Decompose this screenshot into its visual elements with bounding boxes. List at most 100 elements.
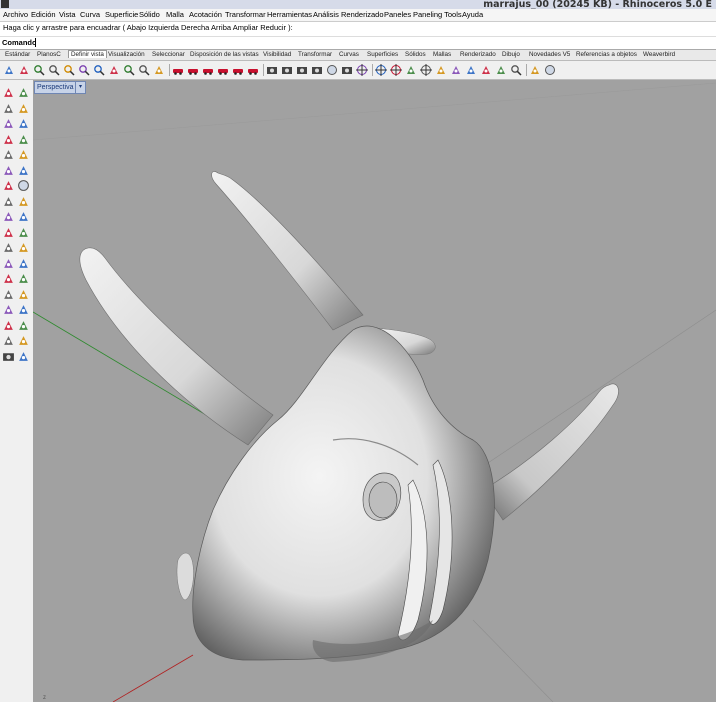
mesh-icon[interactable] <box>2 241 15 254</box>
cylinder-icon[interactable] <box>2 195 15 208</box>
dolly-icon[interactable] <box>495 64 507 76</box>
camera-set-icon[interactable] <box>266 64 278 76</box>
array-icon[interactable] <box>17 241 30 254</box>
tab-16[interactable]: Weaverbird <box>643 51 675 58</box>
walk-icon[interactable] <box>529 64 541 76</box>
analyze-icon[interactable] <box>2 334 15 347</box>
circle-icon[interactable] <box>2 117 15 130</box>
sphere-solid-icon[interactable] <box>17 179 30 192</box>
lock-icon[interactable] <box>17 303 30 316</box>
tab-10[interactable]: Sólidos <box>405 51 426 58</box>
arc-icon[interactable] <box>2 133 15 146</box>
fillet-icon[interactable] <box>17 148 30 161</box>
red-car-side-icon[interactable] <box>202 64 214 76</box>
tab-6[interactable]: Visibilidad <box>263 51 291 58</box>
perspective-viewport[interactable]: Perspectiva ▾ z <box>33 80 716 702</box>
target-center-icon[interactable] <box>390 64 402 76</box>
trim-icon[interactable] <box>17 226 30 239</box>
tilt-icon[interactable] <box>480 64 492 76</box>
top-view-icon[interactable] <box>435 64 447 76</box>
hide-icon[interactable] <box>2 303 15 316</box>
blue-car-icon[interactable] <box>187 64 199 76</box>
surface-icon[interactable] <box>2 164 15 177</box>
menu-item-1[interactable]: Edición <box>31 10 56 19</box>
undo-view-icon[interactable] <box>108 64 120 76</box>
save-view-icon[interactable] <box>311 64 323 76</box>
light-icon[interactable] <box>544 64 556 76</box>
menu-item-12[interactable]: Paneles <box>384 10 411 19</box>
plane-icon[interactable] <box>405 64 417 76</box>
tab-12[interactable]: Renderizado <box>460 51 496 58</box>
rotate-icon[interactable] <box>18 64 30 76</box>
command-input[interactable] <box>35 38 712 47</box>
join-icon[interactable] <box>2 226 15 239</box>
zoom-dynamic-icon[interactable] <box>33 64 45 76</box>
zoom-target-icon[interactable] <box>93 64 105 76</box>
target-set-icon[interactable] <box>375 64 387 76</box>
tab-7[interactable]: Transformar <box>298 51 332 58</box>
menu-item-8[interactable]: Transformar <box>225 10 266 19</box>
camera-icon[interactable] <box>281 64 293 76</box>
menu-item-4[interactable]: Superficie <box>105 10 138 19</box>
group-icon[interactable] <box>2 288 15 301</box>
dimension-icon[interactable] <box>17 272 30 285</box>
zoom-selected-icon[interactable] <box>78 64 90 76</box>
viewport-tab[interactable]: Perspectiva <box>34 81 77 94</box>
menu-item-7[interactable]: Acotación <box>189 10 222 19</box>
target-icon[interactable] <box>356 64 368 76</box>
move-icon[interactable] <box>2 257 15 270</box>
rectangle-icon[interactable] <box>17 133 30 146</box>
app-menu-icon[interactable] <box>1 0 9 8</box>
tab-8[interactable]: Curvas <box>339 51 359 58</box>
red-car-perspective-icon[interactable] <box>247 64 259 76</box>
tab-11[interactable]: Mallas <box>433 51 451 58</box>
tab-5[interactable]: Disposición de las vistas <box>190 51 259 58</box>
render-icon[interactable] <box>341 64 353 76</box>
extrude-icon[interactable] <box>17 195 30 208</box>
named-view-icon[interactable] <box>153 64 165 76</box>
box-icon[interactable] <box>2 179 15 192</box>
menu-item-2[interactable]: Vista <box>59 10 76 19</box>
zoom-out-icon[interactable] <box>138 64 150 76</box>
tab-3[interactable]: Visualización <box>108 51 145 58</box>
curve-icon[interactable] <box>17 102 30 115</box>
menu-item-13[interactable]: Paneling Tools <box>413 10 462 19</box>
front-view-icon[interactable] <box>450 64 462 76</box>
check-icon[interactable] <box>17 334 30 347</box>
lens-icon[interactable] <box>510 64 522 76</box>
explode-icon[interactable] <box>17 210 30 223</box>
tab-14[interactable]: Novedades V5 <box>529 51 570 58</box>
grid-icon[interactable] <box>2 319 15 332</box>
print-icon[interactable] <box>296 64 308 76</box>
red-car-front-icon[interactable] <box>217 64 229 76</box>
select-icon[interactable] <box>2 86 15 99</box>
layer-icon[interactable] <box>17 288 30 301</box>
menu-item-11[interactable]: Renderizado <box>341 10 384 19</box>
polygon-icon[interactable] <box>2 148 15 161</box>
tab-1[interactable]: PlanosC <box>37 51 61 58</box>
tab-15[interactable]: Referencias a objetos <box>576 51 637 58</box>
menu-item-5[interactable]: Sólido <box>139 10 160 19</box>
surface-edge-icon[interactable] <box>17 164 30 177</box>
zoom-extents-icon[interactable] <box>63 64 75 76</box>
pan-icon[interactable] <box>3 64 15 76</box>
menu-item-10[interactable]: Análisis <box>313 10 339 19</box>
red-car-top-icon[interactable] <box>232 64 244 76</box>
paint-icon[interactable] <box>17 350 30 363</box>
viewport-menu-arrow[interactable]: ▾ <box>75 81 86 94</box>
tab-13[interactable]: Dibujo <box>502 51 520 58</box>
menu-item-9[interactable]: Herramientas <box>267 10 312 19</box>
rotate-obj-icon[interactable] <box>17 257 30 270</box>
tab-4[interactable]: Seleccionar <box>152 51 185 58</box>
point-icon[interactable] <box>17 86 30 99</box>
zoom-in-icon[interactable] <box>123 64 135 76</box>
red-car-icon[interactable] <box>172 64 184 76</box>
osnap-icon[interactable] <box>17 319 30 332</box>
render-mat-icon[interactable] <box>2 350 15 363</box>
tab-2[interactable]: Definir vista <box>68 50 107 58</box>
boolean-icon[interactable] <box>2 210 15 223</box>
menu-item-6[interactable]: Malla <box>166 10 184 19</box>
wing-icon[interactable] <box>465 64 477 76</box>
ellipse-icon[interactable] <box>17 117 30 130</box>
menu-item-0[interactable]: Archivo <box>3 10 28 19</box>
